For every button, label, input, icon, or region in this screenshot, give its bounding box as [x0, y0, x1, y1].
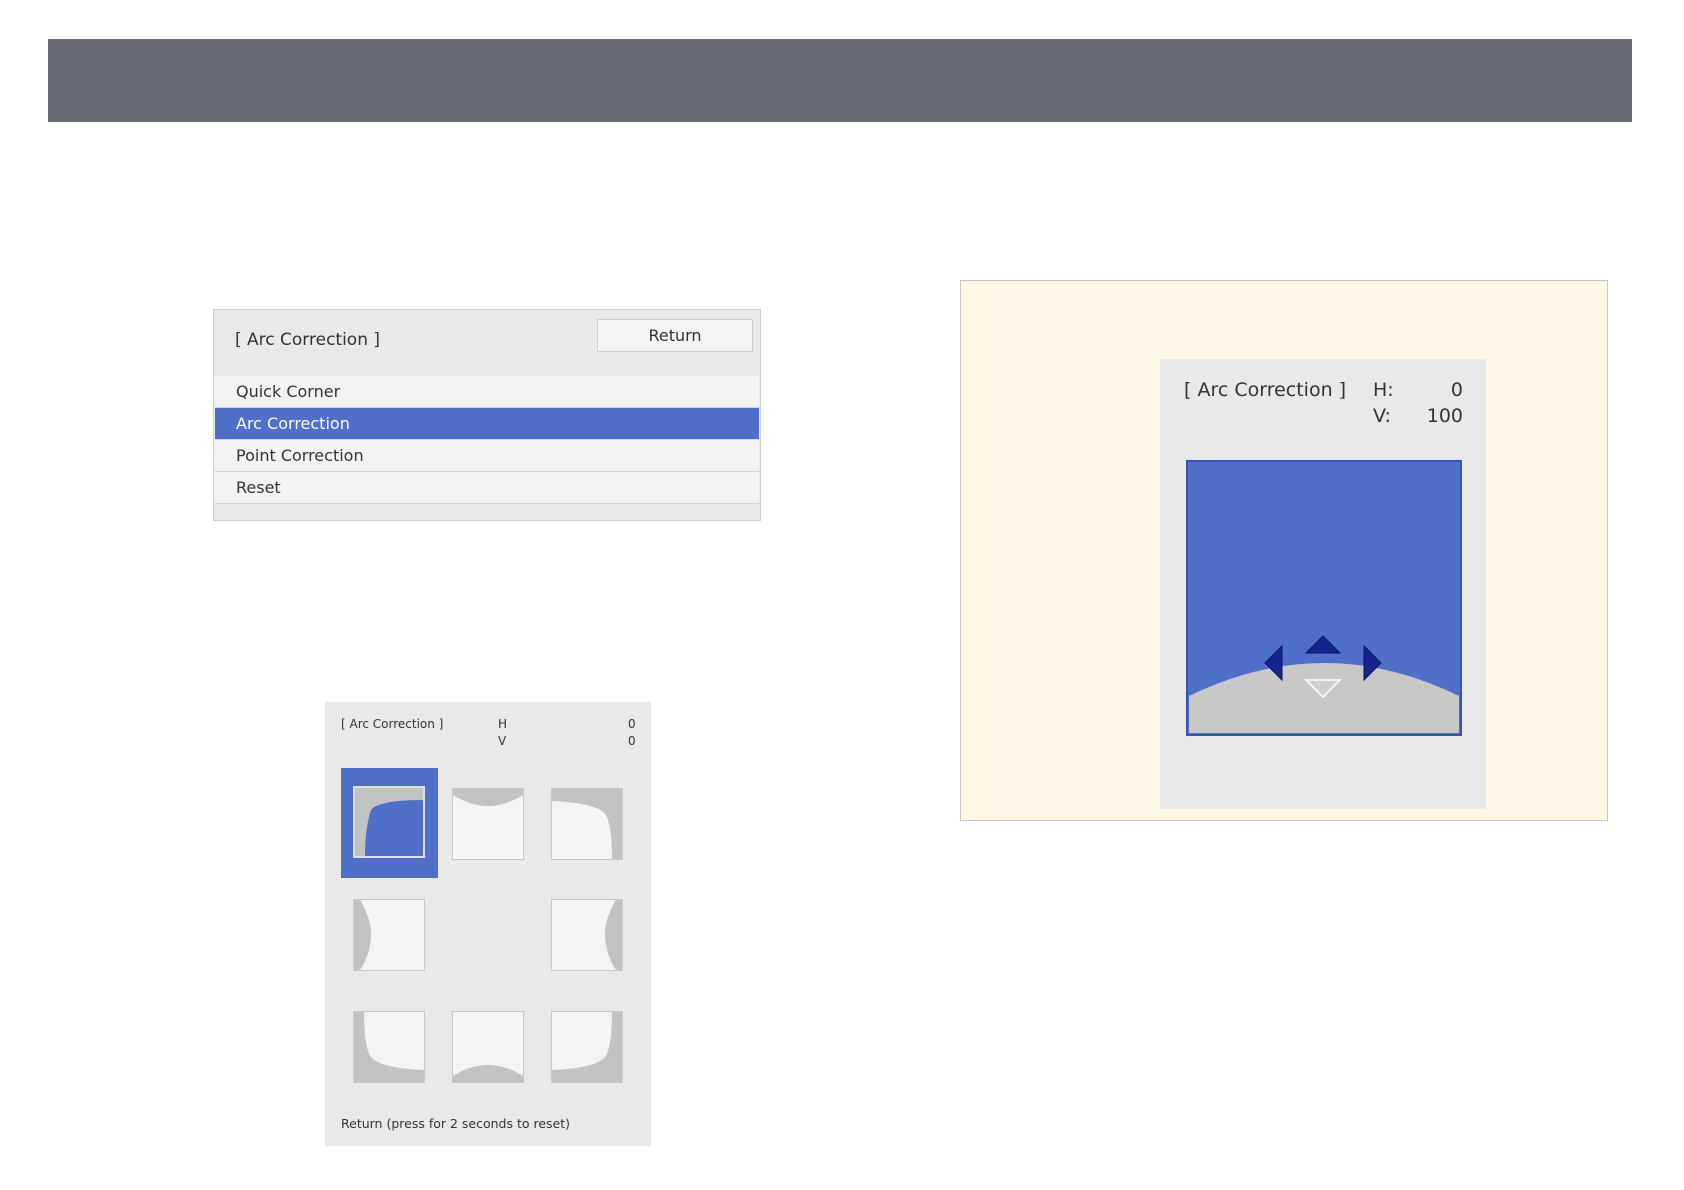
- keystone-menu: [ Arc Correction ] Return Quick Corner A…: [213, 309, 761, 521]
- menu-item-point-correction[interactable]: Point Correction: [215, 440, 759, 472]
- arc-tile-top[interactable]: [452, 788, 524, 860]
- arc-correction-panel: [ Arc Correction ] H V 0 0 Return (press…: [325, 702, 651, 1146]
- menu-header: [ Arc Correction ] Return: [214, 310, 760, 376]
- preview-h-label: H:: [1373, 379, 1394, 401]
- preview-frame: [ Arc Correction ] H: V: 0 100: [960, 280, 1608, 821]
- arc-v-label: V: [498, 734, 507, 748]
- arc-v-value: 0: [628, 734, 636, 748]
- arc-tile-bottom-right[interactable]: [551, 1011, 623, 1083]
- arc-panel-footer: Return (press for 2 seconds to reset): [341, 1116, 571, 1131]
- arc-preview-image: [1186, 460, 1462, 736]
- arc-h-label: H: [498, 717, 508, 731]
- preview-v-value: 100: [1426, 405, 1463, 427]
- menu-list: Quick Corner Arc Correction Point Correc…: [215, 376, 759, 504]
- menu-item-arc-correction[interactable]: Arc Correction: [215, 408, 759, 440]
- return-button[interactable]: Return: [597, 319, 753, 352]
- arc-tile-right[interactable]: [551, 899, 623, 971]
- arc-tile-top-right[interactable]: [551, 788, 623, 860]
- preview-h-value: 0: [1450, 379, 1463, 401]
- preview-title: [ Arc Correction ]: [1184, 379, 1347, 401]
- menu-item-reset[interactable]: Reset: [215, 472, 759, 504]
- arc-panel-title: [ Arc Correction ]: [341, 717, 444, 731]
- menu-title: [ Arc Correction ]: [235, 330, 381, 350]
- preview-panel: [ Arc Correction ] H: V: 0 100: [1160, 359, 1486, 809]
- arc-tile-bottom[interactable]: [452, 1011, 524, 1083]
- header-bar: [48, 39, 1632, 122]
- arc-tile-left[interactable]: [353, 899, 425, 971]
- arc-tile-top-left[interactable]: [353, 786, 425, 858]
- arc-tile-bottom-left[interactable]: [353, 1011, 425, 1083]
- arc-h-value: 0: [628, 717, 636, 731]
- preview-v-label: V:: [1373, 405, 1391, 427]
- menu-item-quick-corner[interactable]: Quick Corner: [215, 376, 759, 408]
